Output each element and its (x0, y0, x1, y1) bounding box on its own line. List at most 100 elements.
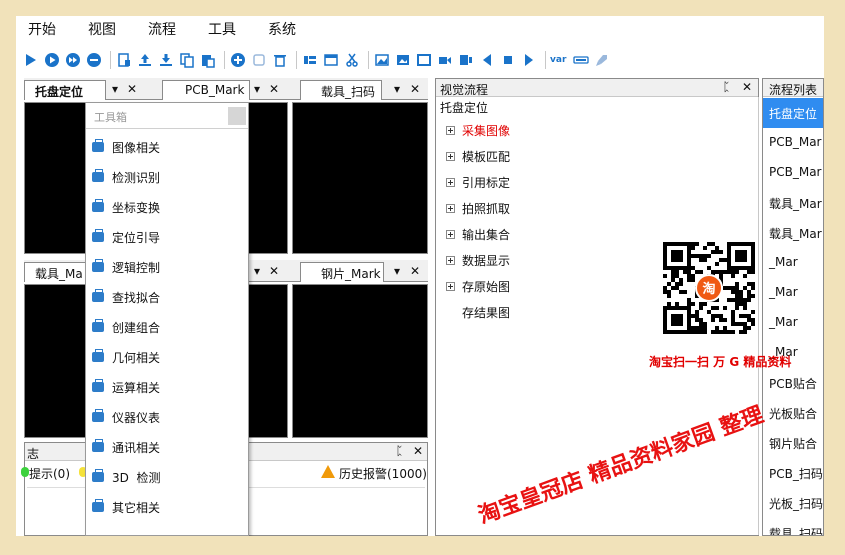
menu-system[interactable]: 系统 (268, 19, 296, 39)
toolbox-item-geometry[interactable]: 几何相关 (92, 347, 242, 367)
close-icon[interactable]: ✕ (413, 444, 423, 458)
flow-step[interactable]: 采集图像 (446, 121, 510, 139)
process-list-item[interactable]: _Mar (763, 248, 823, 278)
process-list-item[interactable]: PCB_扫码 (763, 458, 823, 488)
image-icon[interactable] (373, 51, 391, 69)
expand-icon[interactable] (446, 255, 455, 265)
expand-icon[interactable] (446, 203, 455, 213)
process-list-item[interactable]: 载具_Mar (763, 218, 823, 248)
expand-icon[interactable] (446, 281, 455, 291)
duplicate-icon[interactable] (250, 51, 268, 69)
flow-step[interactable]: 存结果图 (446, 303, 510, 321)
flow-step[interactable]: 模板匹配 (446, 147, 510, 165)
layers-icon[interactable] (457, 51, 475, 69)
tab-menu-icon[interactable]: ▾ (112, 82, 118, 96)
toolbox-close-button[interactable] (228, 107, 246, 125)
tab-pcb-mark[interactable]: PCB_Mark (162, 80, 250, 100)
history-alarm-filter[interactable]: 历史报警(1000) (339, 465, 427, 482)
close-icon[interactable]: ✕ (742, 80, 752, 94)
close-icon[interactable]: ✕ (410, 82, 420, 96)
upload-icon[interactable] (136, 51, 154, 69)
tab-menu-icon[interactable]: ▾ (394, 82, 400, 96)
run-once-icon[interactable] (43, 51, 61, 69)
flow-step[interactable]: 输出集合 (446, 225, 510, 243)
close-icon[interactable]: ✕ (269, 82, 279, 96)
run-icon[interactable] (22, 51, 40, 69)
toolbox-item-comm[interactable]: 通讯相关 (92, 437, 242, 457)
expand-icon[interactable] (446, 151, 455, 161)
image-pane-steel[interactable] (292, 284, 428, 438)
close-icon[interactable]: ✕ (127, 82, 137, 96)
scrollbar[interactable] (758, 97, 759, 535)
tab-tray-position[interactable]: 托盘定位 (24, 80, 106, 100)
flow-step[interactable]: 存原始图 (446, 277, 510, 295)
toolbox-item-guide[interactable]: 定位引导 (92, 227, 242, 247)
menu-process[interactable]: 流程 (148, 19, 176, 39)
tab-menu-icon[interactable]: ▾ (254, 264, 260, 278)
stop-icon[interactable] (85, 51, 103, 69)
process-list-item[interactable]: PCB_Mar (763, 158, 823, 188)
pin-icon[interactable]: ᛈ (723, 80, 730, 94)
menu-tools[interactable]: 工具 (208, 19, 236, 39)
window-icon[interactable] (322, 51, 340, 69)
close-icon[interactable]: ✕ (410, 264, 420, 278)
delete-icon[interactable] (271, 51, 289, 69)
process-list-item[interactable]: 载具_Mar (763, 188, 823, 218)
next-icon[interactable] (520, 51, 538, 69)
add-icon[interactable] (229, 51, 247, 69)
toolbox-item-instrument[interactable]: 仪器仪表 (92, 407, 242, 427)
expand-icon[interactable] (446, 177, 455, 187)
expand-icon[interactable] (446, 229, 455, 239)
flow-step[interactable]: 引用标定 (446, 173, 510, 191)
camera-icon[interactable] (436, 51, 454, 69)
hint-filter[interactable]: 提示(0) (29, 465, 70, 482)
toolbox-item-fit[interactable]: 查找拟合 (92, 287, 242, 307)
tab-carrier-scan[interactable]: 载具_扫码 (300, 80, 382, 100)
toolbox-item-image[interactable]: 图像相关 (92, 137, 242, 157)
var-icon[interactable]: var (550, 55, 566, 65)
list-icon[interactable] (301, 51, 319, 69)
pin-icon[interactable]: ᛈ (396, 444, 403, 458)
expand-icon[interactable] (446, 125, 455, 135)
toolbox-item-3d[interactable]: 3D 检测 (92, 467, 242, 487)
process-list-item[interactable]: _Mar (763, 308, 823, 338)
toolbox-item-logic[interactable]: 逻辑控制 (92, 257, 242, 277)
step-icon[interactable] (64, 51, 82, 69)
process-list-item[interactable]: 钢片贴合 (763, 428, 823, 458)
toolbox-item-other[interactable]: 其它相关 (92, 497, 242, 517)
process-list-item[interactable]: PCB_Mar (763, 128, 823, 158)
download-icon[interactable] (157, 51, 175, 69)
toolbox-item-detect[interactable]: 检测识别 (92, 167, 242, 187)
toolbox-dropdown: 工具箱 图像相关 检测识别 坐标变换 定位引导 逻辑控制 查找拟合 创建组合 几… (85, 102, 249, 536)
menu-view[interactable]: 视图 (88, 19, 116, 39)
process-list-item[interactable]: 光板_扫码 (763, 488, 823, 518)
save-icon[interactable] (115, 51, 133, 69)
frame-icon[interactable] (415, 51, 433, 69)
process-list-item[interactable]: _Mar (763, 278, 823, 308)
menu-start[interactable]: 开始 (28, 19, 56, 39)
toolbox-item-math[interactable]: 运算相关 (92, 377, 242, 397)
process-list-item[interactable]: PCB贴合 (763, 368, 823, 398)
flow-step[interactable]: 拍照抓取 (446, 199, 510, 217)
tab-menu-icon[interactable]: ▾ (254, 82, 260, 96)
image-pane-carrier-scan[interactable] (292, 102, 428, 254)
paste-icon[interactable] (199, 51, 217, 69)
process-list-item[interactable]: 载具_扫码 (763, 518, 823, 535)
process-list-item[interactable]: 光板贴合 (763, 398, 823, 428)
flow-step[interactable]: 数据显示 (446, 251, 510, 269)
photo-frame: 开始 视图 流程 工具 系统 var 托盘定位 ▾ ✕ PCB_Mark ▾ ✕… (0, 0, 845, 555)
process-list-item[interactable]: 托盘定位 (763, 98, 823, 128)
cut-icon[interactable] (343, 51, 361, 69)
tab-carrier-mark[interactable]: 载具_Ma (24, 262, 86, 282)
rocket-icon[interactable] (593, 51, 611, 69)
close-icon[interactable]: ✕ (269, 264, 279, 278)
tab-menu-icon[interactable]: ▾ (394, 264, 400, 278)
image-edit-icon[interactable] (394, 51, 412, 69)
toolbox-item-coord[interactable]: 坐标变换 (92, 197, 242, 217)
toolbox-item-combine[interactable]: 创建组合 (92, 317, 242, 337)
io-icon[interactable] (572, 51, 590, 69)
prev-icon[interactable] (478, 51, 496, 69)
tab-steel-mark[interactable]: 钢片_Mark (300, 262, 384, 282)
copy-icon[interactable] (178, 51, 196, 69)
square-icon[interactable] (499, 51, 517, 69)
